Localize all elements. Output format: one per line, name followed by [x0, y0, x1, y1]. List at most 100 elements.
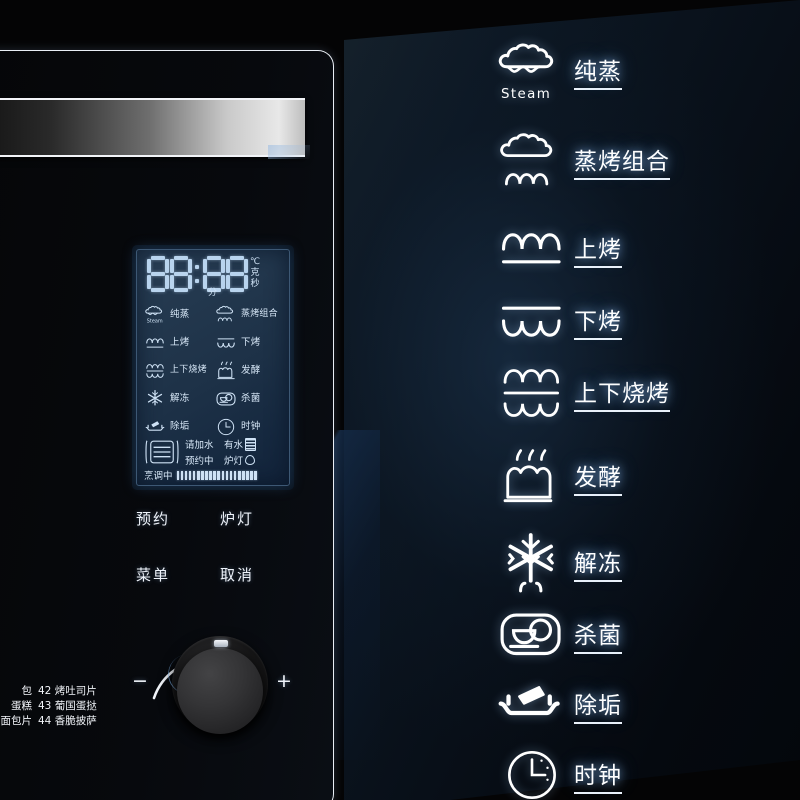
lcd-mode-label: 解冻 [170, 393, 190, 404]
progress-segment [205, 470, 208, 480]
add-water-label: 请加水 [185, 440, 214, 451]
progress-segment [225, 470, 229, 480]
snowflake-icon [490, 528, 574, 598]
svg-text:Steam: Steam [147, 318, 163, 324]
lcd-mode-label: 下烤 [241, 337, 261, 348]
lcd-mode-defrost: 解冻 [144, 386, 213, 412]
legend-row-descale: 除垢 [490, 670, 780, 740]
legend-row-top-grill: 上烤 [490, 214, 780, 284]
knob-area: − + [128, 618, 298, 743]
legend-row-bottom-grill: 下烤 [490, 286, 780, 356]
control-knob[interactable] [177, 648, 263, 734]
unit-celsius: ℃ [250, 257, 261, 267]
digit-4 [226, 256, 248, 292]
menu-item-left: 蛋糕 [11, 700, 32, 712]
legend-label: 上烤 [574, 230, 622, 268]
unit-minute: 分 [208, 288, 218, 298]
door-handle[interactable] [0, 98, 305, 157]
oven-lamp-label: 炉灯 [224, 456, 244, 467]
progress-segment [213, 470, 216, 480]
menu-button[interactable]: 菜单 [136, 564, 170, 585]
progress-segment [254, 470, 257, 480]
lcd-units: ℃ 克 秒 [250, 256, 260, 289]
progress-segment [242, 470, 245, 480]
knob-indicator-mark [214, 640, 228, 647]
legend-list: Steam 纯蒸 蒸烤组合 上烤 下烤 上下烧烤 发酵 解冻 杀菌 除垢 时钟 [490, 18, 790, 799]
steam-icon: Steam [490, 36, 574, 106]
lcd-mode-top-grill: 上烤 [144, 330, 213, 356]
knob-plus-label: + [276, 670, 292, 692]
descale-icon [144, 417, 166, 437]
status-row-water: 请加水 有水 [185, 437, 257, 451]
progress-segment [246, 470, 249, 480]
digit-2 [170, 256, 192, 292]
legend-label: 除垢 [574, 686, 622, 724]
cooking-label: 烹调中 [144, 471, 173, 482]
progress-segment [221, 470, 225, 480]
knob-minus-label: − [132, 670, 148, 692]
lcd-mode-steam: Steam 纯蒸 [144, 302, 213, 328]
oven-lamp-button[interactable]: 炉灯 [220, 508, 254, 529]
progress-segment [233, 470, 237, 480]
oven-rack-icon [144, 437, 180, 467]
progress-segment [184, 470, 188, 480]
legend-label: 下烤 [574, 302, 622, 340]
status-row-appointment: 预约中 炉灯 [185, 453, 256, 467]
clock-icon [215, 417, 237, 437]
water-tank-icon [245, 437, 257, 451]
ferment-icon [215, 361, 237, 381]
snowflake-icon [144, 389, 166, 409]
lcd-mode-label: 发酵 [241, 365, 261, 376]
menu-item-left: 面包片 [0, 715, 33, 727]
lcd-mode-label: 纯蒸 [170, 309, 190, 320]
legend-label: 发酵 [574, 458, 622, 496]
menu-list-row: 包 42 烤吐司片 [0, 684, 110, 699]
screenshot-root: ℃ 克 秒 分 Steam 纯蒸 蒸烤组合 上烤 下烤 上下烧烤 发酵 解冻 杀… [0, 0, 800, 800]
menu-list-row: 蛋糕 43 葡国蛋挞 [0, 699, 110, 714]
lcd-mode-steam-grill: 蒸烤组合 [215, 302, 284, 328]
lcd-mode-label: 上烤 [170, 337, 190, 348]
cancel-button[interactable]: 取消 [220, 564, 254, 585]
steam-grill-combo-icon [215, 305, 237, 325]
legend-row-steam-grill-combo: 蒸烤组合 [490, 126, 780, 196]
legend-row-top-bottom-grill: 上下烧烤 [490, 358, 780, 428]
steam-icon: Steam [144, 305, 166, 325]
top-grill-icon [490, 214, 574, 284]
progress-segment [188, 470, 192, 480]
lcd-status-area: 请加水 有水 预约中 炉灯 [144, 435, 284, 469]
digit-1 [147, 256, 169, 292]
legend-row-sterilize: 杀菌 [490, 600, 780, 670]
legend-label: 蒸烤组合 [574, 142, 670, 180]
lcd-mode-grid: Steam 纯蒸 蒸烤组合 上烤 下烤 上下烧烤 发酵 解冻 杀菌 除垢 时钟 [144, 302, 284, 440]
lcd-mode-label: 蒸烤组合 [241, 309, 278, 320]
legend-label: 杀菌 [574, 616, 622, 654]
steam-grill-combo-icon [490, 126, 574, 196]
descale-icon [490, 670, 574, 740]
progress-segment [201, 470, 204, 480]
appointment-button[interactable]: 预约 [136, 508, 170, 529]
cooking-progress-row: 烹调中 [144, 468, 284, 482]
legend-label: 时钟 [574, 756, 622, 794]
top-grill-icon [144, 333, 166, 353]
clock-icon [490, 740, 574, 800]
status-labels: 请加水 有水 预约中 炉灯 [185, 437, 257, 467]
unit-second: 秒 [250, 279, 260, 289]
lcd-mode-sterilize: 杀菌 [215, 386, 284, 412]
progress-segment [176, 470, 180, 480]
progress-segment [196, 470, 200, 480]
lcd-mode-label: 时钟 [241, 421, 261, 432]
progress-bar [176, 470, 257, 480]
legend-label: 纯蒸 [574, 52, 622, 90]
svg-text:Steam: Steam [501, 87, 551, 102]
top-bottom-grill-icon [144, 361, 166, 381]
menu-item-right: 42 烤吐司片 [38, 685, 97, 697]
menu-list-row: 面包片 44 香脆披萨 [0, 714, 110, 729]
progress-segment [192, 470, 196, 480]
menu-item-right: 43 葡国蛋挞 [38, 700, 97, 712]
lcd-mode-top-bottom-grill: 上下烧烤 [144, 358, 213, 384]
sterilize-icon [215, 389, 237, 409]
door-handle-highlight [268, 145, 310, 159]
lcd-mode-label: 除垢 [170, 421, 190, 432]
lcd-mode-label: 上下烧烤 [170, 365, 207, 376]
has-water-group: 有水 [224, 437, 257, 451]
